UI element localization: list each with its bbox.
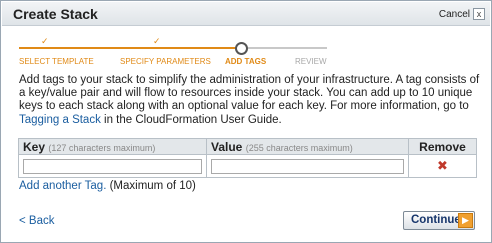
stepper-track-todo: [243, 47, 327, 49]
arrow-right-icon: ▶: [458, 213, 473, 228]
key-header-hint: (127 characters maximum): [48, 142, 156, 153]
continue-button[interactable]: Continue ▶: [403, 211, 475, 230]
dialog-title: Create Stack: [13, 6, 98, 22]
value-column-header: Value (255 characters maximum): [206, 138, 409, 155]
remove-column-header: Remove: [408, 138, 477, 155]
key-column-header: Key (127 characters maximum): [18, 138, 207, 155]
step-complete-check-icon: ✓: [41, 36, 49, 46]
key-header-label: Key: [23, 139, 46, 154]
create-stack-dialog: Create Stack Cancel x ✓ ✓ SELECT TEMPLAT…: [0, 0, 492, 243]
description-text: Add tags to your stack to simplify the a…: [19, 74, 480, 113]
add-tag-limit: (Maximum of 10): [106, 180, 196, 192]
step-specify-parameters: SPECIFY PARAMETERS: [120, 57, 211, 66]
close-icon[interactable]: x: [473, 8, 485, 20]
add-tag-line: Add another Tag. (Maximum of 10): [19, 180, 196, 192]
wizard-stepper: ✓ ✓ SELECT TEMPLATE SPECIFY PARAMETERS A…: [19, 33, 327, 73]
tag-key-input[interactable]: [23, 158, 202, 174]
step-review: REVIEW: [295, 57, 327, 66]
continue-label: Continue: [411, 214, 461, 226]
description-suffix: in the CloudFormation User Guide.: [100, 113, 282, 126]
dialog-titlebar: Create Stack Cancel x: [2, 2, 490, 26]
tags-table-header: Key (127 characters maximum) Value (255 …: [18, 138, 477, 155]
value-header-label: Value: [211, 139, 243, 154]
key-cell: [18, 154, 207, 178]
remove-cell: ✖: [408, 154, 477, 178]
current-step-circle-icon: [235, 42, 248, 55]
stepper-track-done: [19, 47, 243, 49]
tags-description: Add tags to your stack to simplify the a…: [19, 74, 481, 127]
tags-table: Key (127 characters maximum) Value (255 …: [18, 138, 477, 178]
value-cell: [206, 154, 409, 178]
table-row: ✖: [18, 154, 477, 178]
remove-tag-icon[interactable]: ✖: [413, 158, 472, 174]
add-another-tag-link[interactable]: Add another Tag.: [19, 180, 106, 192]
step-add-tags: ADD TAGS: [225, 57, 267, 66]
tagging-a-stack-link[interactable]: Tagging a Stack: [19, 114, 101, 126]
step-select-template: SELECT TEMPLATE: [19, 57, 94, 66]
back-link[interactable]: < Back: [19, 215, 54, 227]
cancel-link[interactable]: Cancel: [439, 9, 470, 20]
value-header-hint: (255 characters maximum): [245, 142, 353, 153]
step-complete-check-icon: ✓: [153, 36, 161, 46]
tag-value-input[interactable]: [211, 158, 404, 174]
